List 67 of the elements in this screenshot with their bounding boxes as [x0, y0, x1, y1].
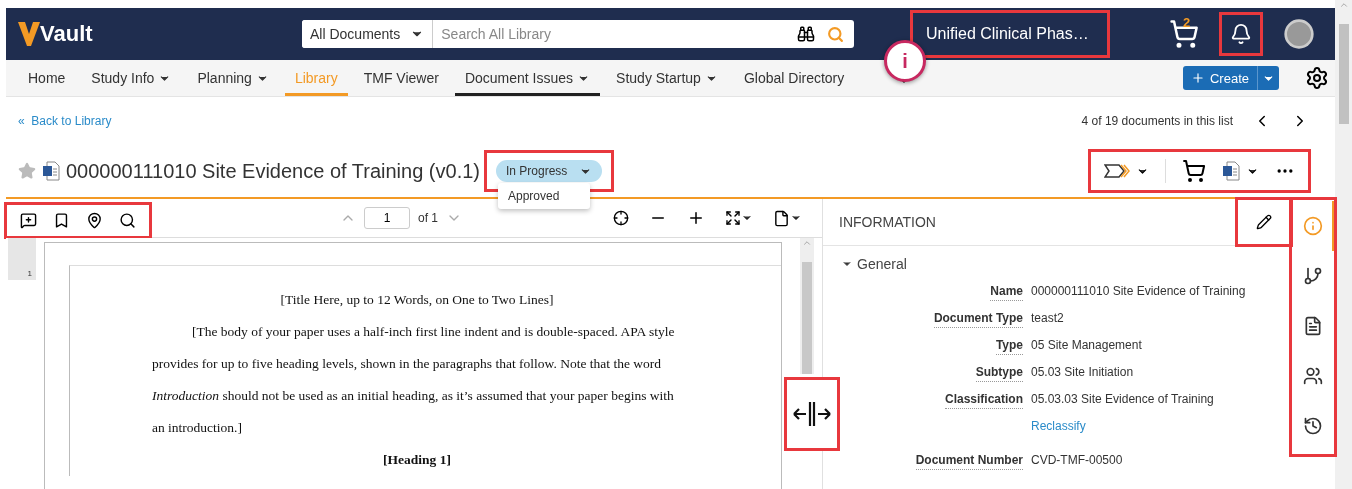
field-label: Name	[990, 282, 1023, 301]
logo-text: Vault	[40, 21, 93, 47]
field-value: 05.03.03 Site Evidence of Training	[1031, 391, 1215, 408]
bell-icon[interactable]	[1230, 23, 1252, 45]
page-view-icon[interactable]	[773, 209, 790, 227]
nav-tab[interactable]: Home	[18, 60, 76, 96]
binoculars-icon[interactable]	[797, 25, 815, 43]
star-icon[interactable]	[18, 162, 36, 180]
search-icon[interactable]	[119, 211, 136, 229]
branch-icon	[1302, 266, 1323, 286]
scrollbar[interactable]	[800, 238, 814, 374]
nav-tab[interactable]: Planning	[187, 60, 279, 96]
field-label: Type	[995, 336, 1023, 355]
people-icon	[1302, 366, 1323, 386]
field-value: 05.03 Site Initiation	[1031, 364, 1135, 381]
nav-tab[interactable]: TMF Viewer	[353, 60, 449, 96]
plus-icon	[1190, 71, 1205, 85]
pager-text: 4 of 19 documents in this list	[1081, 114, 1233, 128]
field-label: Document Number	[915, 451, 1023, 470]
page-thumbnail[interactable]: 1	[8, 238, 36, 280]
page-number-field[interactable]: 1	[364, 207, 410, 229]
nav-tab[interactable]: Global Directory	[733, 60, 855, 96]
zoom-in-icon[interactable]	[687, 209, 705, 227]
status-dropdown[interactable]: In Progress	[496, 160, 603, 182]
add-comment-icon[interactable]	[20, 211, 37, 229]
workflow-icon[interactable]	[1104, 163, 1130, 179]
target-icon[interactable]	[613, 210, 629, 226]
scroll-thumb[interactable]	[1338, 24, 1349, 124]
resize-handle-icon[interactable]	[792, 399, 832, 429]
location-pin-icon[interactable]	[86, 211, 103, 229]
back-link[interactable]: « Back to Library	[18, 114, 112, 128]
paper-title: [Title Here, up to 12 Words, on One to Two Lines]	[279, 291, 555, 309]
field-label: Subtype	[975, 363, 1023, 382]
scrollbar[interactable]	[1335, 0, 1352, 489]
reclassify-link[interactable]: Reclassify	[1031, 417, 1086, 435]
logo-icon	[18, 22, 40, 46]
info-icon	[1302, 216, 1323, 236]
field-label: Document Type	[933, 309, 1023, 328]
avatar-icon[interactable]	[1283, 18, 1315, 50]
field-value: 000000111010 Site Evidence of Training	[1031, 283, 1247, 300]
history-icon	[1302, 416, 1323, 436]
panel-title: INFORMATION	[839, 214, 936, 230]
menu-item[interactable]: Approved	[498, 186, 590, 206]
paper-heading: [Heading 1]	[382, 451, 452, 469]
section-header[interactable]: General	[823, 246, 1291, 278]
word-document-icon	[42, 161, 60, 181]
cart-count: 2	[1183, 15, 1191, 30]
fit-icon[interactable]	[725, 210, 741, 226]
nav-tab[interactable]: Document Issues	[454, 60, 601, 96]
document-title: 000000111010 Site Evidence of Training (v0.1)	[66, 159, 480, 183]
field-value: 05 Site Management	[1031, 337, 1143, 354]
field-value: teast2	[1031, 310, 1065, 327]
field-label: Classification	[944, 390, 1023, 409]
nav-tab[interactable]: Study Startup	[606, 60, 728, 96]
paper-paragraph: [The body of your paper uses a half-inch first line indent and is double-spaced. APA style provides for up to five heading levels, shown in the paragraphs that follow. Note that the word Introduction should not be used as an initial heading, as it’s assumed that your paper begins with an introduction.]	[152, 323, 676, 437]
search-scope-dropdown[interactable]: All Documents	[302, 20, 434, 48]
scroll-thumb[interactable]	[802, 262, 812, 374]
add-to-cart-icon[interactable]	[1182, 159, 1206, 183]
edit-icon[interactable]	[1256, 214, 1272, 230]
word-document-icon[interactable]	[1222, 161, 1240, 181]
nav-tab[interactable]: Study Info	[81, 60, 182, 96]
cart-icon[interactable]	[1169, 19, 1199, 49]
field-value: CVD-TMF-00500	[1031, 452, 1124, 469]
search-field[interactable]: All Documents Search All Library	[302, 20, 854, 48]
bookmark-icon[interactable]	[53, 211, 70, 229]
page-count: of 1	[418, 211, 438, 225]
settings-icon[interactable]	[1305, 66, 1329, 90]
